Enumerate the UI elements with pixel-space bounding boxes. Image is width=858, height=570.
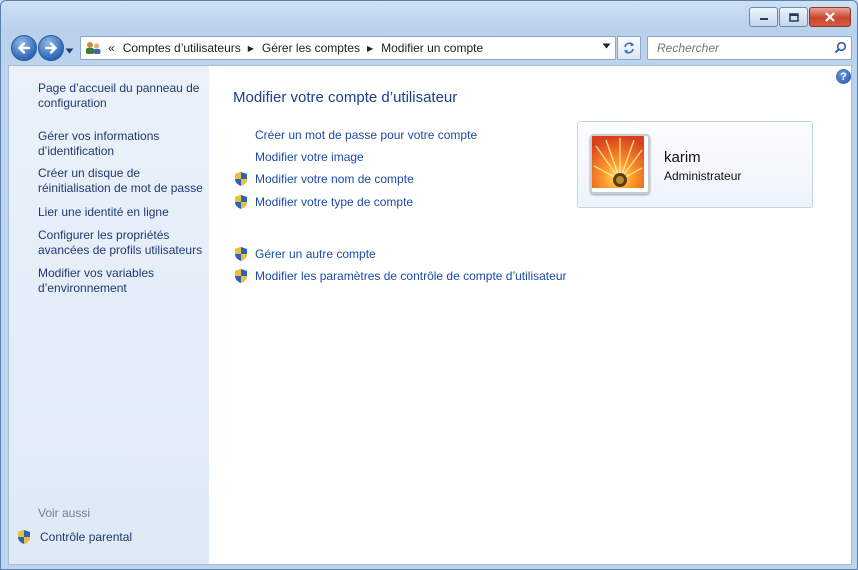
maximize-icon [788, 12, 799, 22]
task-label: Gérer un autre compte [255, 247, 376, 261]
task-uac-settings[interactable]: Modifier les paramètres de contrôle de c… [233, 268, 566, 284]
forward-arrow-icon [44, 42, 58, 54]
navigation-toolbar: « Comptes d’utilisateurs ▶ Gérer les com… [1, 31, 857, 65]
breadcrumb-label: Gérer les comptes [261, 41, 360, 55]
nav-link-parental-controls[interactable]: Contrôle parental [16, 529, 132, 545]
uac-shield-icon [235, 269, 247, 283]
uac-shield-icon [18, 530, 30, 544]
back-button[interactable] [11, 35, 37, 61]
chevron-down-icon [65, 48, 74, 54]
task-create-password[interactable]: Créer un mot de passe pour votre compte [233, 128, 477, 142]
page-title: Modifier votre compte d’utilisateur [233, 89, 458, 106]
account-role: Administrateur [664, 169, 742, 183]
nav-link-advanced-profile-properties[interactable]: Configurer les propriétés avancées de pr… [38, 228, 206, 258]
search-box[interactable] [647, 36, 852, 60]
task-change-account-type[interactable]: Modifier votre type de compte [233, 194, 413, 210]
task-change-picture[interactable]: Modifier votre image [233, 150, 364, 164]
address-history-chevron-icon[interactable] [602, 43, 611, 49]
refresh-icon [624, 42, 634, 54]
uac-shield-icon [235, 247, 247, 261]
address-prefix[interactable]: « [108, 41, 115, 55]
maximize-button[interactable] [779, 7, 808, 27]
back-arrow-icon [17, 42, 31, 54]
uac-shield-icon [235, 195, 247, 209]
breadcrumb-manage-accounts[interactable]: Gérer les comptes [262, 41, 360, 55]
task-label: Créer un mot de passe pour votre compte [255, 128, 478, 142]
account-name: karim [664, 149, 701, 166]
title-bar [1, 1, 857, 31]
forward-button[interactable] [38, 35, 64, 61]
account-card: karim Administrateur [577, 121, 813, 208]
minimize-button[interactable] [749, 7, 778, 27]
nav-link-password-reset-disk[interactable]: Créer un disque de réinitialisation de m… [38, 166, 206, 196]
nav-link-environment-variables[interactable]: Modifier vos variables d’environnement [38, 266, 206, 296]
parental-label: Contrôle parental [40, 530, 133, 544]
task-label: Modifier votre type de compte [255, 195, 414, 209]
see-also-heading: Voir aussi [38, 506, 91, 520]
breadcrumb-arrow-icon[interactable]: ▶ [367, 44, 373, 53]
help-icon[interactable]: ? [836, 69, 851, 84]
caption-buttons [749, 7, 851, 27]
user-accounts-icon [86, 42, 101, 54]
task-manage-another-account[interactable]: Gérer un autre compte [233, 246, 376, 262]
breadcrumb-arrow-icon[interactable]: ▶ [248, 44, 254, 53]
nav-link-online-identity[interactable]: Lier une identité en ligne [38, 205, 206, 220]
window: « Comptes d’utilisateurs ▶ Gérer les com… [0, 0, 858, 570]
task-change-account-name[interactable]: Modifier votre nom de compte [233, 171, 414, 187]
task-label: Modifier votre nom de compte [255, 172, 414, 186]
search-input[interactable] [655, 40, 829, 56]
task-label: Modifier votre image [255, 150, 364, 164]
close-icon [825, 12, 835, 22]
minimize-icon [759, 18, 768, 20]
close-button[interactable] [809, 7, 851, 27]
breadcrumb-label: Comptes d’utilisateurs [122, 41, 241, 55]
flower-picture-icon [592, 136, 644, 188]
uac-shield-icon [235, 172, 247, 186]
content-area: Page d’accueil du panneau de configurati… [8, 65, 852, 565]
main-pane: ? Modifier votre compte d’utilisateur Cr… [209, 66, 851, 564]
address-bar[interactable]: « Comptes d’utilisateurs ▶ Gérer les com… [80, 36, 616, 60]
nav-link-control-panel-home[interactable]: Page d’accueil du panneau de configurati… [38, 81, 206, 111]
tasks-pane: Page d’accueil du panneau de configurati… [9, 66, 209, 564]
breadcrumb-user-accounts[interactable]: Comptes d’utilisateurs [123, 41, 241, 55]
breadcrumb-modify-account[interactable]: Modifier un compte [381, 41, 483, 55]
refresh-button[interactable] [617, 36, 641, 60]
recent-pages-dropdown[interactable] [65, 43, 74, 57]
avatar [590, 134, 650, 194]
task-label: Modifier les paramètres de contrôle de c… [255, 269, 567, 283]
breadcrumb-label: Modifier un compte [381, 41, 484, 55]
nav-link-credentials[interactable]: Gérer vos informations d’identification [38, 129, 206, 159]
search-icon[interactable] [834, 41, 847, 54]
